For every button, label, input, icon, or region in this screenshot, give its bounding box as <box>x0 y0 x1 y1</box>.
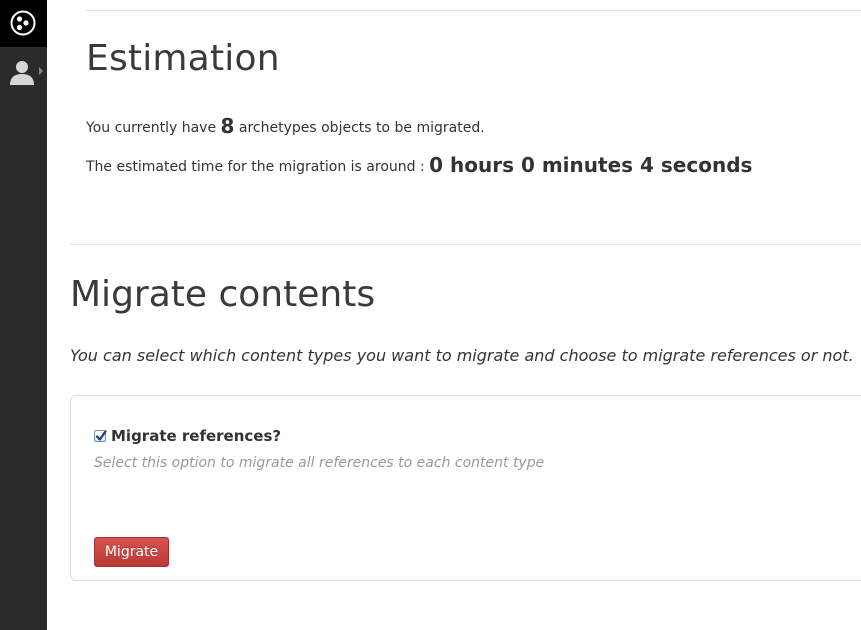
object-count-value: 8 <box>220 114 235 138</box>
migrate-references-label[interactable]: Migrate references? <box>111 427 281 445</box>
count-suffix: archetypes objects to be migrated. <box>238 120 485 136</box>
estimated-time-value: 0 hours 0 minutes 4 seconds <box>429 153 753 177</box>
estimated-time-text: The estimated time for the migration is … <box>86 150 752 182</box>
plone-logo-icon <box>10 10 36 36</box>
top-divider <box>86 10 861 11</box>
migrate-references-help: Select this option to migrate all refere… <box>94 455 545 471</box>
plone-logo-button[interactable] <box>0 0 47 47</box>
toolbar-sidebar <box>0 0 47 630</box>
estimation-heading: Estimation <box>86 38 280 79</box>
section-divider <box>70 244 861 245</box>
count-prefix: You currently have <box>86 120 217 136</box>
user-icon <box>10 61 34 85</box>
migrate-description: You can select which content types you w… <box>70 346 854 365</box>
user-menu-button[interactable] <box>0 52 47 92</box>
checkmark-icon <box>95 430 107 441</box>
caret-right-icon <box>39 67 43 75</box>
migrate-button[interactable]: Migrate <box>94 537 169 567</box>
migrate-form-panel <box>70 395 861 581</box>
object-count-text: You currently have 8 archetypes objects … <box>86 112 485 142</box>
migrate-references-field: Migrate references? <box>94 427 281 445</box>
time-prefix: The estimated time for the migration is … <box>86 159 425 175</box>
migrate-contents-heading: Migrate contents <box>70 274 376 315</box>
migrate-references-checkbox[interactable] <box>94 430 107 442</box>
